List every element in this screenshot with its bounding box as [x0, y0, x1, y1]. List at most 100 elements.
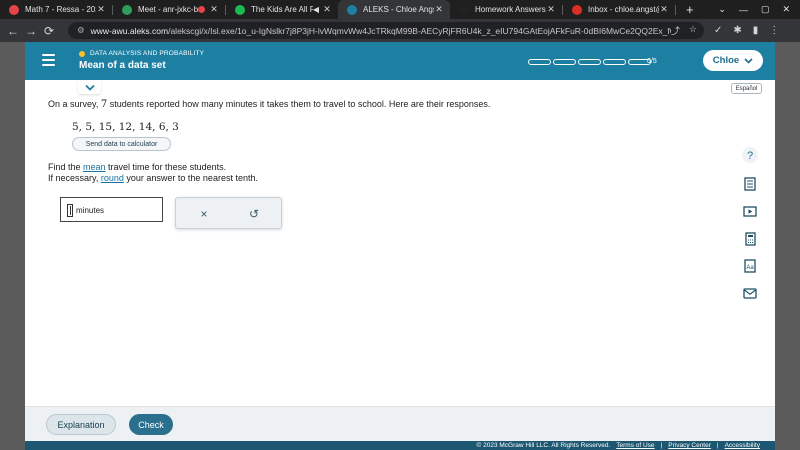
browser-toolbar: ← → ⟳ ⚙ www-awu.aleks.com/alekscgi/x/Isl… — [0, 19, 800, 42]
copyright-text: © 2023 McGraw Hill LLC. All Rights Reser… — [476, 442, 611, 449]
url-path: /alekscgi/x/Isl.exe/1o_u-IgNslkr7j8P3jH-… — [168, 25, 671, 36]
browser-tab-title: Homework Answers fro — [475, 5, 546, 14]
bottom-action-bar: Explanation Check — [25, 406, 775, 441]
chevron-down-icon — [744, 57, 753, 64]
instr2-prefix: If necessary, — [48, 173, 101, 183]
help-icon[interactable]: ? — [740, 147, 760, 163]
url-host: www-awu.aleks.com — [90, 25, 169, 36]
meet-icon — [122, 4, 132, 15]
round-glossary-link[interactable]: round — [101, 173, 124, 183]
progress-segment — [553, 59, 576, 65]
close-tab-icon[interactable]: ✕ — [209, 4, 219, 15]
progress-segment — [603, 59, 626, 65]
question-text: On a survey, 7 students reported how man… — [48, 99, 490, 110]
terms-link[interactable]: Terms of Use — [616, 442, 654, 449]
send-to-calculator-button[interactable]: Send data to calculator — [72, 137, 171, 151]
browser-tab[interactable]: ALEKS - Chloe Angst - L✕ — [338, 0, 450, 19]
footer-divider: | — [660, 442, 663, 449]
question-suffix: students reported how many minutes it ta… — [107, 99, 491, 109]
accessibility-link[interactable]: Accessibility — [725, 442, 760, 449]
dictionary-icon[interactable]: Aa — [740, 258, 760, 274]
side-panel-icon[interactable]: ▮ — [753, 25, 759, 36]
left-gutter — [0, 42, 25, 450]
mean-glossary-link[interactable]: mean — [83, 162, 106, 172]
topic-status-dot-icon — [79, 50, 85, 57]
answer-input[interactable]: minutes — [60, 197, 163, 222]
video-icon[interactable] — [740, 203, 760, 219]
svg-text:?: ? — [747, 150, 753, 162]
browser-tab-title: Meet - anr-jxkc-bkc — [138, 5, 198, 14]
browser-tab-title: Math 7 - Ressa - 2023- — [25, 5, 96, 14]
close-tab-icon[interactable]: ✕ — [546, 4, 556, 15]
bookmark-star-icon[interactable]: ☆ — [689, 24, 697, 37]
gmail-icon — [572, 4, 582, 15]
back-icon[interactable]: ← — [4, 24, 22, 38]
audio-playing-icon[interactable]: ◀ — [313, 5, 319, 14]
address-bar[interactable]: ⚙ www-awu.aleks.com/alekscgi/x/Isl.exe/1… — [68, 22, 704, 39]
check-extension-icon[interactable]: ✓ — [714, 25, 722, 36]
close-window-icon[interactable]: ✕ — [782, 4, 790, 15]
mail-icon[interactable] — [740, 285, 760, 301]
clear-icon[interactable]: × — [196, 207, 212, 221]
app-header: DATA ANALYSIS AND PROBABILITY Mean of a … — [25, 42, 775, 80]
answer-keypad: × ↺ — [175, 197, 282, 229]
topic-label: DATA ANALYSIS AND PROBABILITY — [90, 50, 205, 57]
answer-unit: minutes — [76, 206, 105, 215]
check-button[interactable]: Check — [129, 414, 173, 435]
spotify-icon — [235, 4, 245, 15]
question-prefix: On a survey, — [48, 99, 101, 109]
share-icon[interactable]: ⤴ — [671, 24, 680, 37]
instr2-suffix: your answer to the nearest tenth. — [123, 173, 258, 183]
close-tab-icon[interactable]: ✕ — [322, 4, 332, 15]
close-tab-icon[interactable]: ✕ — [659, 4, 669, 15]
browser-tab[interactable]: Math 7 - Ressa - 2023-✕ — [0, 0, 112, 19]
browser-tab-title: The Kids Are All Ri — [251, 5, 313, 14]
close-tab-icon[interactable]: ✕ — [96, 4, 106, 15]
chevron-down-icon — [84, 84, 95, 91]
notebook-icon[interactable] — [740, 176, 760, 192]
explanation-button[interactable]: Explanation — [46, 414, 116, 435]
menu-hamburger-icon[interactable] — [42, 54, 55, 69]
close-tab-icon[interactable]: ✕ — [434, 4, 444, 15]
forward-icon[interactable]: → — [22, 24, 40, 38]
maximize-icon[interactable]: ▢ — [761, 4, 770, 15]
window-controls: ⌄ — ▢ ✕ — [718, 4, 800, 15]
footer-divider: | — [716, 442, 719, 449]
browser-menu-icon[interactable]: ⋮ — [769, 25, 779, 36]
browser-tab-title: ALEKS - Chloe Angst - L — [363, 5, 434, 14]
right-gutter — [775, 42, 800, 450]
clock-icon — [9, 4, 19, 15]
user-menu-button[interactable]: Chloe — [703, 50, 763, 71]
page-title: Mean of a data set — [79, 60, 166, 71]
new-tab-button[interactable]: + — [686, 0, 694, 19]
progress-segment — [578, 59, 601, 65]
browser-tab[interactable]: Meet - anr-jxkc-bkc ✕ — [113, 0, 225, 19]
instr1-prefix: Find the — [48, 162, 84, 172]
undo-icon[interactable]: ↺ — [246, 207, 262, 221]
svg-text:Aa: Aa — [746, 265, 754, 271]
browser-tab[interactable]: The Kids Are All Ri ◀ ✕ — [226, 0, 338, 19]
reload-icon[interactable]: ⟳ — [40, 24, 58, 38]
text-cursor-box — [67, 204, 73, 217]
browser-tab-title: Inbox - chloe.angst@sa — [588, 5, 659, 14]
privacy-link[interactable]: Privacy Center — [668, 442, 711, 449]
browser-tab-strip: Math 7 - Ressa - 2023-✕Meet - anr-jxkc-b… — [0, 0, 800, 19]
language-toggle-button[interactable]: Español — [731, 83, 762, 94]
tab-separator — [675, 4, 676, 15]
aleks-icon — [347, 4, 357, 15]
topic-block: DATA ANALYSIS AND PROBABILITY Mean of a … — [79, 50, 204, 71]
user-name: Chloe — [712, 55, 740, 66]
minimize-icon[interactable]: — — [739, 5, 748, 15]
tab-search-icon[interactable]: ⌄ — [718, 4, 726, 15]
calculator-icon[interactable] — [740, 231, 760, 247]
extensions-puzzle-icon[interactable]: ✱ — [733, 25, 741, 36]
browser-tab[interactable]: Homework Answers fro✕ — [450, 0, 562, 19]
data-values: 5, 5, 15, 12, 14, 6, 3 — [72, 121, 179, 133]
site-info-icon[interactable]: ⚙ — [77, 25, 85, 36]
progress-segment — [528, 59, 551, 65]
recording-indicator-icon — [198, 6, 205, 13]
browser-tab[interactable]: Inbox - chloe.angst@sa✕ — [563, 0, 675, 19]
progress-label: 0/5 — [647, 58, 657, 65]
collapse-header-button[interactable] — [78, 80, 101, 94]
instructions: Find the mean travel time for these stud… — [48, 162, 258, 184]
